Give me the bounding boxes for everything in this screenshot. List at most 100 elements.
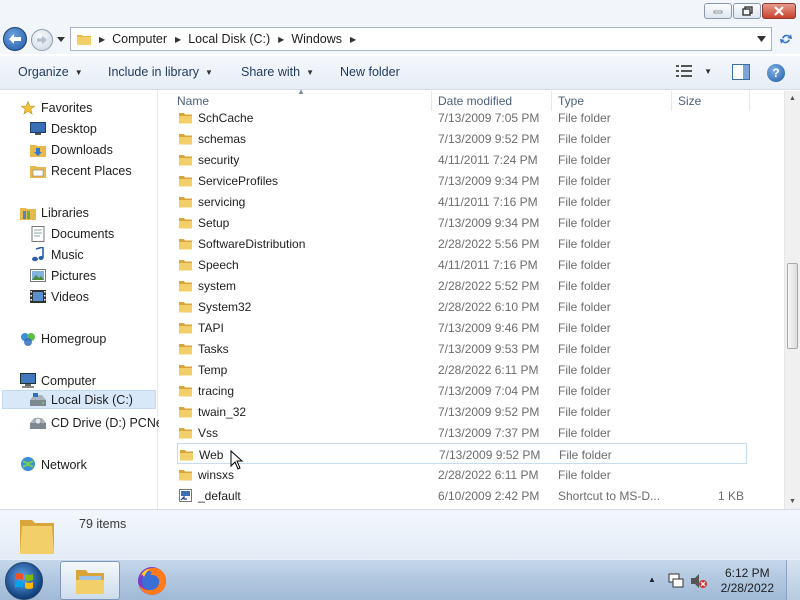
vertical-scrollbar[interactable]: ▲ ▼ xyxy=(784,91,800,509)
close-button[interactable] xyxy=(762,3,796,19)
address-bar[interactable]: ▶ Computer ▶ Local Disk (C:) ▶ Windows ▶ xyxy=(70,27,772,51)
change-view-button[interactable]: ▼ xyxy=(676,65,712,77)
nav-recent-places[interactable]: Recent Places xyxy=(30,161,132,180)
start-button[interactable] xyxy=(5,562,43,600)
file-name: system xyxy=(198,279,237,293)
file-date-modified: 6/10/2009 2:42 PM xyxy=(438,489,540,503)
table-row[interactable]: TAPI 7/13/2009 9:46 PM File folder xyxy=(177,317,747,338)
address-dropdown-icon[interactable] xyxy=(757,36,766,42)
breadcrumb-chevron-icon[interactable]: ▶ xyxy=(175,35,181,44)
nav-favorites[interactable]: Favorites xyxy=(20,98,92,117)
file-name: Temp xyxy=(198,363,228,377)
nav-documents[interactable]: Documents xyxy=(30,224,114,243)
file-type: File folder xyxy=(558,195,611,209)
scroll-down-icon[interactable]: ▼ xyxy=(789,498,796,505)
navigation-pane: Favorites Desktop Downloads Recent Place… xyxy=(0,91,166,509)
preview-pane-button[interactable] xyxy=(732,64,750,80)
table-row[interactable]: system 2/28/2022 5:52 PM File folder xyxy=(177,275,747,296)
nav-videos[interactable]: Videos xyxy=(30,287,89,306)
taskbar-firefox-button[interactable] xyxy=(124,561,180,600)
file-type: File folder xyxy=(559,448,612,462)
file-date-modified: 2/28/2022 5:56 PM xyxy=(438,237,540,251)
folder-icon xyxy=(179,407,192,418)
nav-computer[interactable]: Computer xyxy=(20,371,96,390)
chevron-down-icon[interactable]: ▼ xyxy=(704,67,712,76)
breadcrumb-windows[interactable]: Windows xyxy=(291,32,342,46)
table-row[interactable]: security 4/11/2011 7:24 PM File folder xyxy=(177,149,747,170)
maximize-button[interactable] xyxy=(733,3,761,19)
table-row[interactable]: servicing 4/11/2011 7:16 PM File folder xyxy=(177,191,747,212)
breadcrumb-chevron-icon[interactable]: ▶ xyxy=(278,35,284,44)
nav-network[interactable]: Network xyxy=(20,455,87,474)
volume-muted-icon[interactable] xyxy=(690,573,708,589)
minimize-button[interactable] xyxy=(704,3,732,19)
help-icon: ? xyxy=(772,66,780,80)
share-with-button[interactable]: Share with ▼ xyxy=(241,65,314,79)
network-status-icon[interactable] xyxy=(668,573,684,589)
table-row[interactable]: SoftwareDistribution 2/28/2022 5:56 PM Fil… xyxy=(177,233,747,254)
nav-homegroup[interactable]: Homegroup xyxy=(20,329,106,348)
table-row[interactable]: Vss 7/13/2009 7:37 PM File folder xyxy=(177,422,747,443)
nav-local-disk[interactable]: Local Disk (C:) xyxy=(2,390,156,409)
show-desktop-button[interactable] xyxy=(786,560,800,600)
nav-libraries[interactable]: Libraries xyxy=(20,203,89,222)
table-row[interactable]: Setup 7/13/2009 9:34 PM File folder xyxy=(177,212,747,233)
breadcrumb-computer[interactable]: Computer xyxy=(112,32,167,46)
file-name: Tasks xyxy=(198,342,229,356)
star-icon xyxy=(20,100,36,116)
clock[interactable]: 6:12 PM 2/28/2022 xyxy=(721,566,774,596)
back-button[interactable] xyxy=(3,27,27,51)
table-row[interactable]: _default 6/10/2009 2:42 PM Shortcut to MS-… xyxy=(177,485,747,506)
folder-icon xyxy=(77,35,91,45)
file-name: schemas xyxy=(198,132,247,146)
table-row[interactable]: Web 7/13/2009 9:52 PM File folder xyxy=(177,443,747,464)
include-in-library-button[interactable]: Include in library ▼ xyxy=(108,65,213,79)
window-controls xyxy=(704,3,796,19)
table-row[interactable]: Temp 2/28/2022 6:11 PM File folder xyxy=(177,359,747,380)
taskbar-explorer-button[interactable] xyxy=(60,561,120,600)
file-date-modified: 2/28/2022 6:10 PM xyxy=(438,300,540,314)
table-row[interactable]: tracing 7/13/2009 7:04 PM File folder xyxy=(177,380,747,401)
show-hidden-icons-icon[interactable]: ▲ xyxy=(648,575,656,584)
forward-button[interactable] xyxy=(31,29,53,51)
column-header-date-label: Date modified xyxy=(438,94,513,108)
table-row[interactable]: Speech 4/11/2011 7:16 PM File folder xyxy=(177,254,747,275)
breadcrumb-chevron-icon[interactable]: ▶ xyxy=(350,35,356,44)
nav-music[interactable]: Music xyxy=(30,245,84,264)
address-row: ▶ Computer ▶ Local Disk (C:) ▶ Windows ▶ xyxy=(0,24,800,54)
table-row[interactable]: twain_32 7/13/2009 9:52 PM File folder xyxy=(177,401,747,422)
file-date-modified: 7/13/2009 9:53 PM xyxy=(438,342,540,356)
table-row[interactable]: Tasks 7/13/2009 9:53 PM File folder xyxy=(177,338,747,359)
nav-downloads[interactable]: Downloads xyxy=(30,140,113,159)
nav-cd-drive[interactable]: CD Drive (D:) PCNet xyxy=(30,413,166,432)
column-divider[interactable] xyxy=(749,91,750,111)
file-name: tracing xyxy=(198,384,235,398)
nav-desktop[interactable]: Desktop xyxy=(30,119,97,138)
organize-button[interactable]: Organize ▼ xyxy=(18,65,83,79)
help-button[interactable]: ? xyxy=(767,64,785,82)
table-row[interactable]: schemas 7/13/2009 9:52 PM File folder xyxy=(177,128,747,149)
recent-pages-dropdown-icon[interactable] xyxy=(57,37,65,42)
nav-computer-label: Computer xyxy=(41,373,96,388)
folder-icon xyxy=(179,428,192,439)
table-row[interactable]: ServiceProfiles 7/13/2009 9:34 PM File fol… xyxy=(177,170,747,191)
chevron-down-icon: ▼ xyxy=(306,67,314,77)
forward-arrow-icon xyxy=(37,35,47,45)
refresh-button[interactable] xyxy=(776,29,796,49)
table-row[interactable]: System32 2/28/2022 6:10 PM File folder xyxy=(177,296,747,317)
file-name: security xyxy=(198,153,240,167)
folder-icon xyxy=(179,386,192,397)
folder-icon xyxy=(179,302,192,313)
new-folder-button[interactable]: New folder xyxy=(340,65,400,79)
breadcrumb-chevron-icon[interactable]: ▶ xyxy=(99,35,105,44)
scroll-up-icon[interactable]: ▲ xyxy=(789,95,796,102)
nav-pictures[interactable]: Pictures xyxy=(30,266,96,285)
table-row[interactable]: winsxs 2/28/2022 6:11 PM File folder xyxy=(177,464,747,485)
file-date-modified: 7/13/2009 9:34 PM xyxy=(438,174,540,188)
file-type: File folder xyxy=(558,384,611,398)
file-type: File folder xyxy=(558,153,611,167)
breadcrumb-local-disk[interactable]: Local Disk (C:) xyxy=(188,32,270,46)
scrollbar-thumb[interactable] xyxy=(787,263,798,349)
table-row[interactable]: SchCache 7/13/2009 7:05 PM File folder xyxy=(177,107,747,128)
file-date-modified: 7/13/2009 7:04 PM xyxy=(438,384,540,398)
